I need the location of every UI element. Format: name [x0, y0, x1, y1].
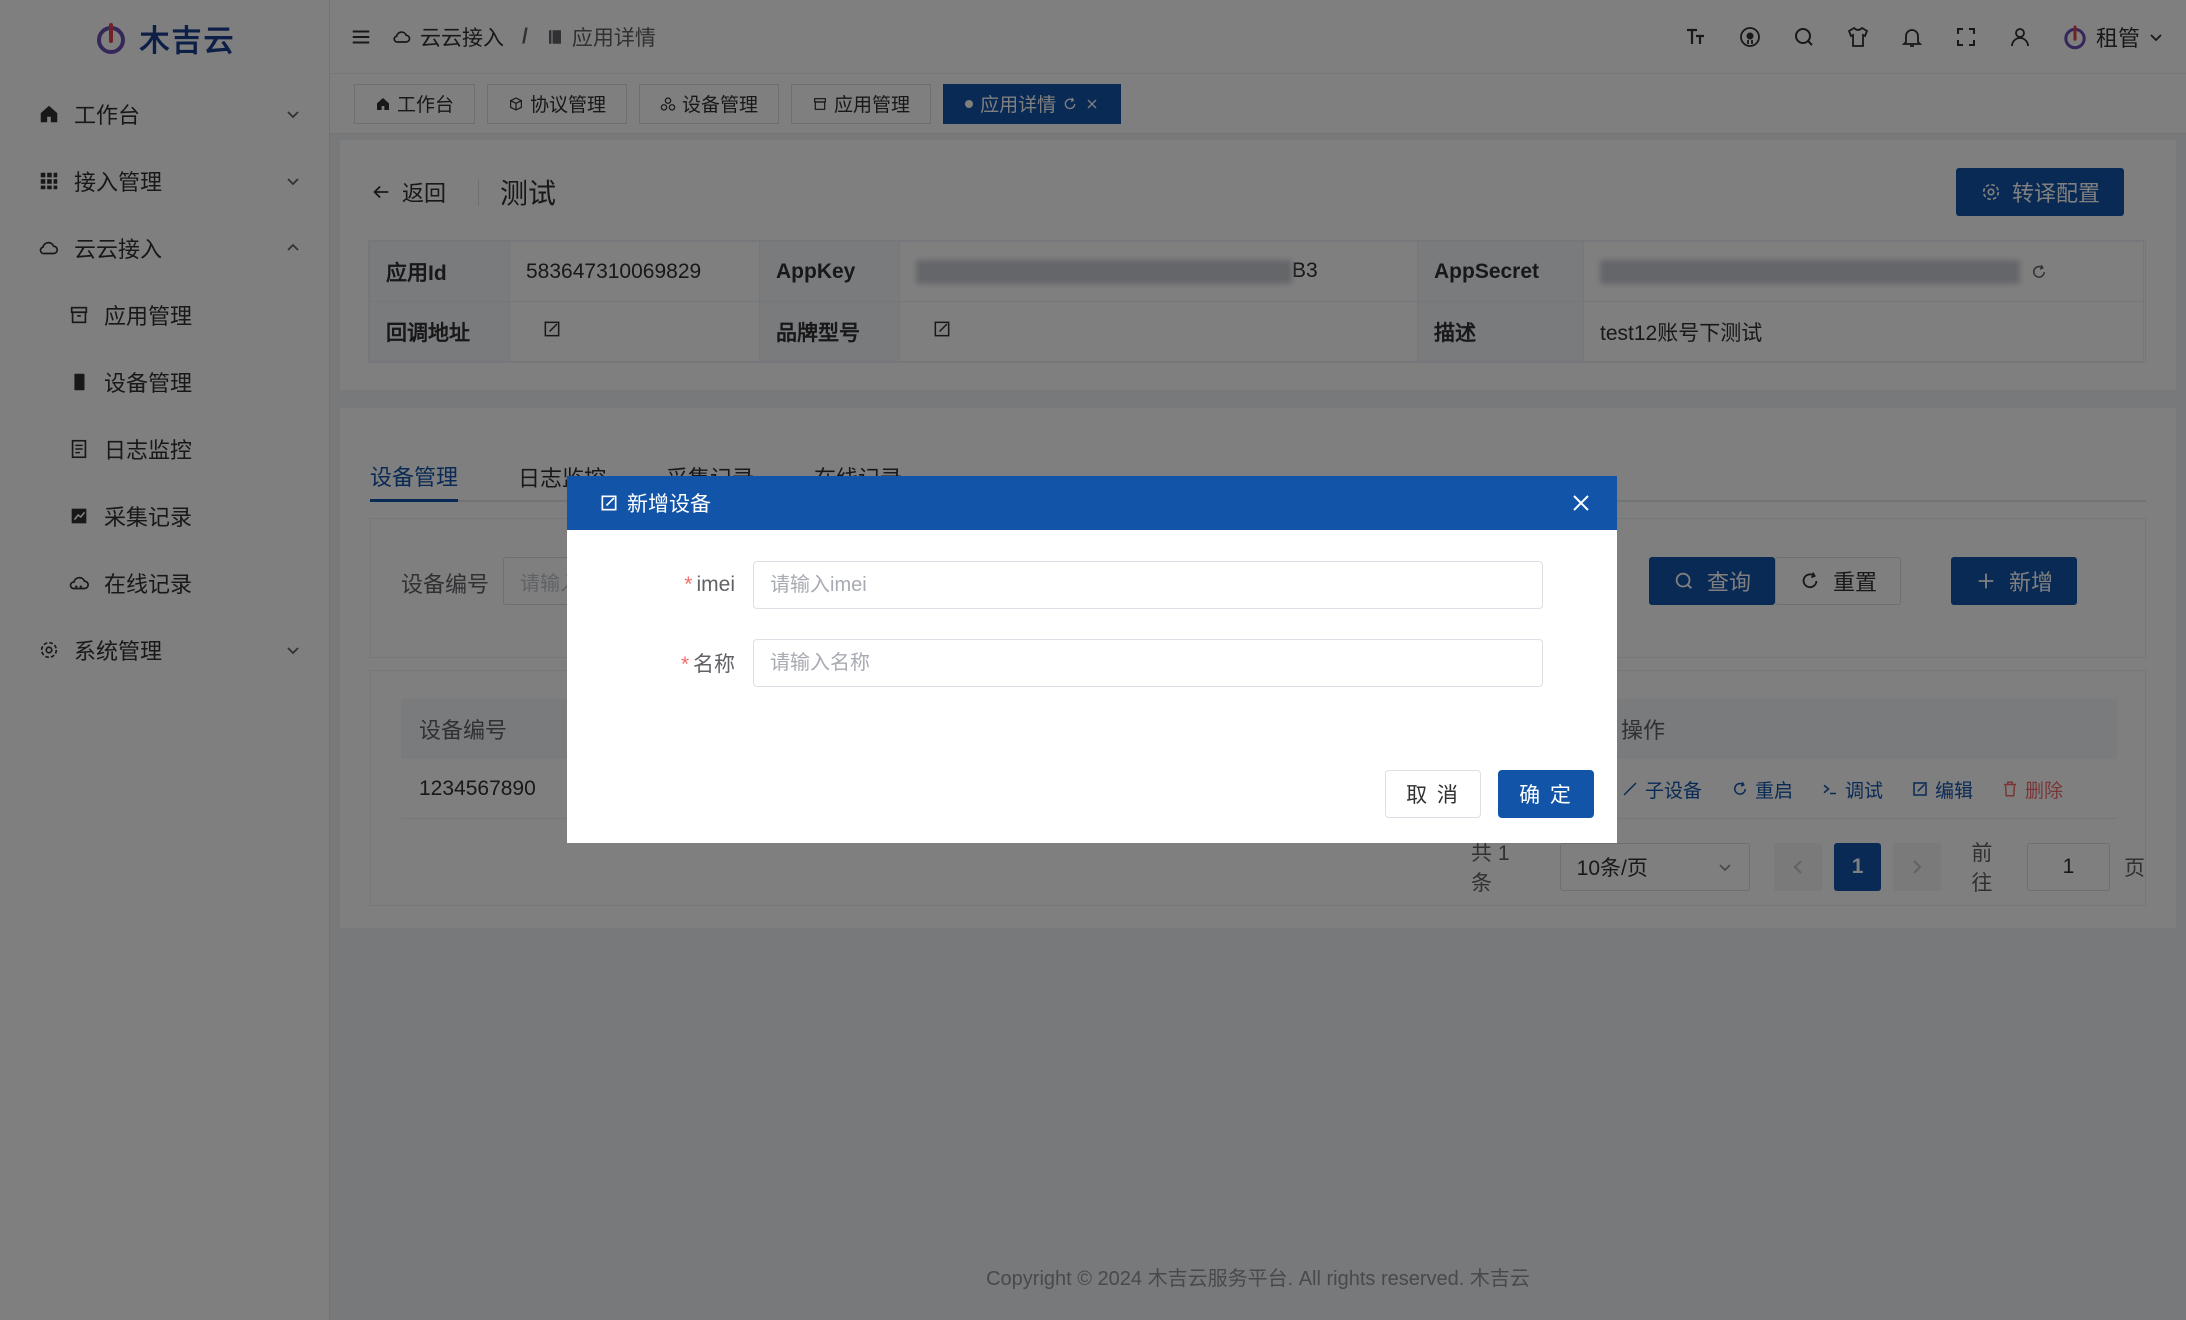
close-icon[interactable] — [1571, 493, 1591, 513]
required-mark: * — [684, 573, 693, 596]
imei-label: * imei — [567, 573, 753, 597]
name-label: * 名称 — [567, 648, 753, 678]
add-device-dialog: 新增设备 *imei *名称 取 消 确 定 — [567, 476, 1617, 843]
imei-label-text: imei — [696, 573, 735, 596]
form-row-imei: * imei — [567, 560, 1543, 610]
dialog-title: 新增设备 — [627, 493, 711, 516]
confirm-button[interactable]: 确 定 — [1498, 770, 1594, 818]
required-mark: * — [680, 653, 689, 676]
imei-input[interactable] — [753, 561, 1543, 609]
form-row-name: * 名称 — [567, 638, 1543, 688]
dialog-header: 新增设备 — [567, 476, 1617, 530]
edit-icon — [599, 493, 619, 513]
name-input[interactable] — [753, 639, 1543, 687]
name-label-text: 名称 — [693, 653, 735, 676]
cancel-button[interactable]: 取 消 — [1385, 770, 1481, 818]
